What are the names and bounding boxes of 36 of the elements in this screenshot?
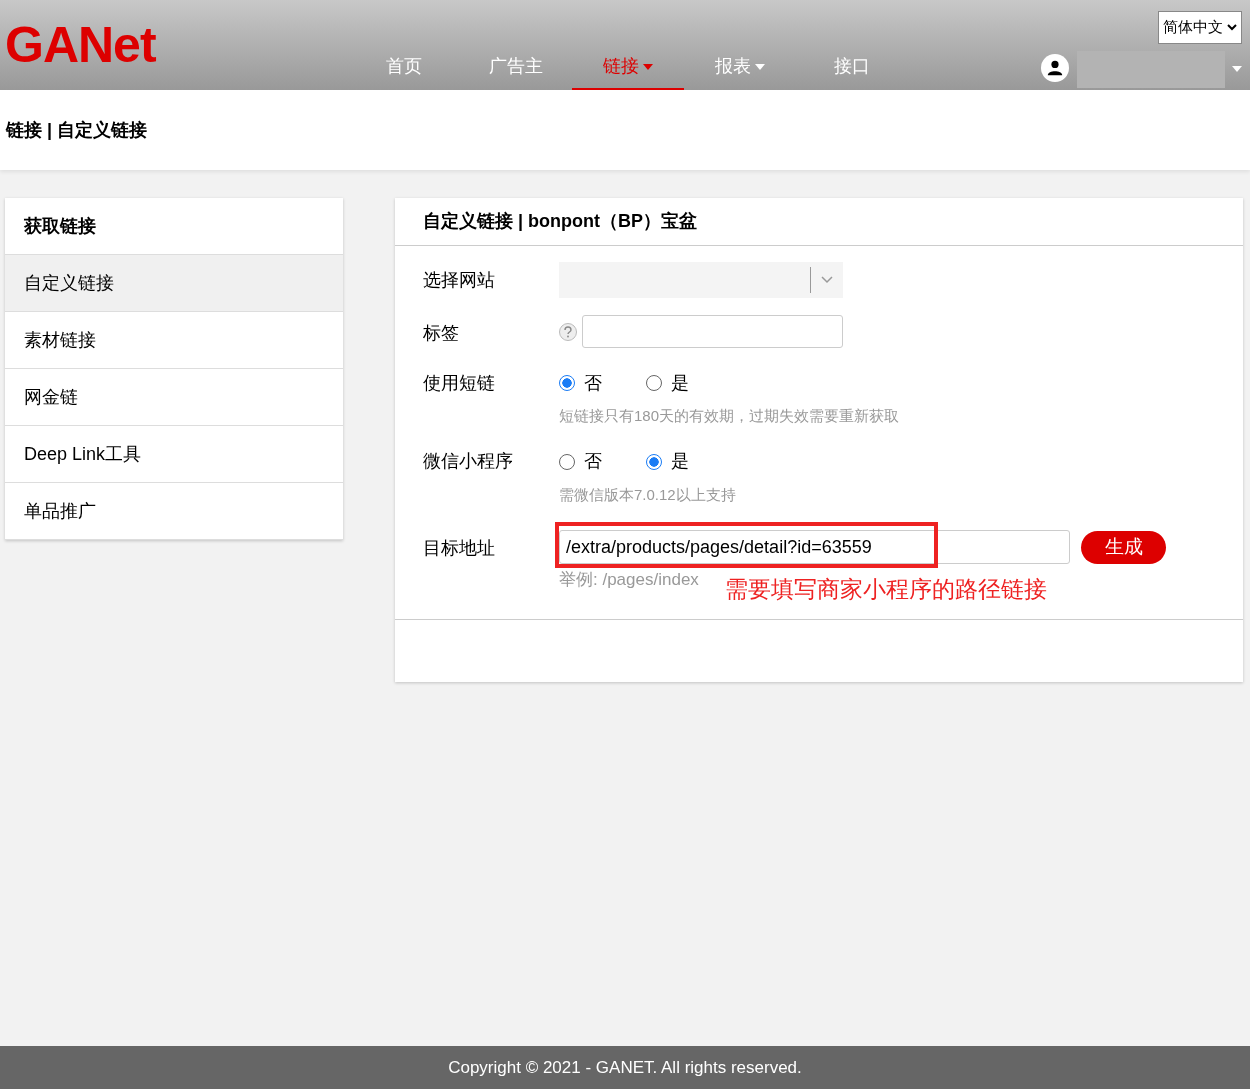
caret-icon	[1232, 66, 1242, 72]
panel-title: 自定义链接 | bonpont（BP）宝盆	[423, 210, 697, 233]
tag-input[interactable]	[582, 315, 843, 348]
user-avatar-icon[interactable]	[1041, 54, 1069, 82]
language-select[interactable]: 简体中文	[1158, 11, 1242, 44]
help-icon[interactable]	[559, 322, 577, 341]
field-label: 微信小程序	[423, 450, 513, 473]
sidebar-title: 获取链接	[24, 214, 96, 238]
radio-button[interactable]	[559, 375, 575, 391]
chevron-down-icon	[821, 276, 833, 284]
field-label: 选择网站	[423, 268, 495, 292]
sidebar-item[interactable]: Deep Link工具	[5, 426, 343, 483]
sidebar-item[interactable]: 网金链	[5, 369, 343, 426]
radio-button[interactable]	[646, 453, 662, 470]
radio-button[interactable]	[559, 453, 575, 470]
hint-text: 短链接只有180天的有效期，过期失效需要重新获取	[559, 406, 900, 426]
radio-label[interactable]: 是	[671, 369, 689, 397]
hint-text: 需微信版本7.0.12以上支持	[559, 484, 736, 505]
field-label: 标签	[423, 321, 459, 345]
annotation-text: 需要填写商家小程序的路径链接	[724, 575, 1047, 604]
username-field[interactable]	[1077, 51, 1225, 88]
breadcrumb: 链接 | 自定义链接	[6, 118, 148, 142]
radio-button[interactable]	[646, 375, 662, 391]
radio-label[interactable]: 否	[584, 369, 602, 397]
chevron-down-icon	[1227, 24, 1237, 31]
sidebar-item[interactable]: 单品推广	[5, 483, 343, 540]
target-url-input[interactable]: /extra/products/pages/detail?id=63559	[559, 530, 1070, 564]
radio-label[interactable]: 否	[584, 448, 602, 475]
radio-label[interactable]: 是	[671, 448, 689, 475]
copyright-text: Copyright © 2021 - GANET. All rights reserved.	[448, 1056, 802, 1079]
hint-text: 举例: /pages/index	[559, 570, 699, 590]
sidebar-item[interactable]: 自定义链接	[5, 255, 343, 312]
field-label: 目标地址	[423, 536, 495, 560]
sidebar-item[interactable]: 素材链接	[5, 312, 343, 369]
field-label: 使用短链	[423, 371, 495, 395]
generate-button[interactable]: 生成	[1081, 530, 1166, 564]
